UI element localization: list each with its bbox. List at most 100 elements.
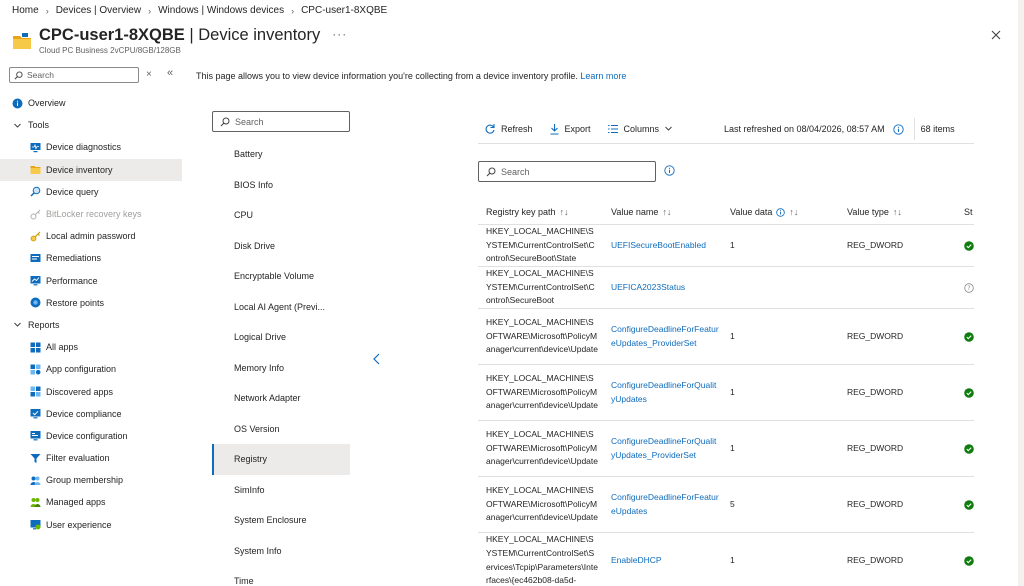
registry-key-path-cell: HKEY_LOCAL_MACHINE\SOFTWARE\Microsoft\Po… [486,477,598,532]
sidebar-item-label: Managed apps [46,497,106,508]
breadcrumb-devices-overview[interactable]: Devices | Overview [56,5,141,16]
category-item-local-ai-agent-previ[interactable]: Local AI Agent (Previ... [212,292,350,323]
category-item-system-enclosure[interactable]: System Enclosure [212,505,350,536]
registry-key-path-cell: HKEY_LOCAL_MACHINE\SOFTWARE\Microsoft\Po… [486,309,598,364]
columns-icon [607,124,618,133]
value-name-link[interactable]: ConfigureDeadlineForFeatureUpdates_Provi… [611,309,719,364]
value-type-cell: REG_DWORD [847,533,927,586]
chevron-left-icon[interactable] [372,352,382,366]
vertical-scrollbar[interactable] [1018,0,1024,586]
column-header-registry-key-path[interactable]: Registry key path ↑↓ [486,199,569,225]
registry-key-path-cell: HKEY_LOCAL_MACHINE\SOFTWARE\Microsoft\Po… [486,365,598,420]
more-options-button[interactable]: ··· [332,24,347,44]
value-data-cell: 5 [730,477,790,532]
info-icon[interactable] [664,165,675,176]
value-name-link-text: ConfigureDeadlineForQualityUpdates_Provi… [611,435,717,460]
password-icon [30,231,41,242]
success-check-icon [964,421,976,476]
category-item-system-info[interactable]: System Info [212,536,350,567]
info-icon[interactable] [892,123,904,135]
category-item-bios-info[interactable]: BIOS Info [212,170,350,201]
category-item-siminfo[interactable]: SimInfo [212,475,350,506]
sidebar-item-restore-points[interactable]: Restore points [0,292,182,314]
value-type-cell-text: REG_DWORD [847,554,904,565]
success-check-icon [964,533,976,586]
nav-group-tools[interactable]: Tools [0,114,182,136]
category-item-memory-info[interactable]: Memory Info [212,353,350,384]
learn-more-link[interactable]: Learn more [580,71,626,81]
value-type-cell: REG_DWORD [847,477,927,532]
sidebar-item-discovered-apps[interactable]: Discovered apps [0,380,182,402]
column-header-status[interactable]: St [964,199,973,225]
category-search-input[interactable]: Search [212,111,350,132]
sidebar-item-user-experience[interactable]: User experience [0,514,182,536]
value-name-link[interactable]: UEFISecureBootEnabled [611,225,719,266]
sidebar-item-overview[interactable]: Overview [0,92,182,114]
search-icon [486,167,496,176]
sidebar-item-app-configuration[interactable]: App configuration [0,358,182,380]
nav-group-reports[interactable]: Reports [0,314,182,336]
sidebar-item-local-admin-password[interactable]: Local admin password [0,225,182,247]
value-name-link[interactable]: ConfigureDeadlineForQualityUpdates [611,365,719,420]
category-item-network-adapter[interactable]: Network Adapter [212,383,350,414]
info-icon[interactable] [776,207,786,217]
value-name-link[interactable]: UEFICA2023Status [611,267,719,308]
column-header-value-name[interactable]: Value name ↑↓ [611,199,671,225]
category-item-cpu[interactable]: CPU [212,200,350,231]
sidebar-item-performance[interactable]: Performance [0,270,182,292]
nav-search-input[interactable]: Search [9,67,139,83]
sidebar-item-remediations[interactable]: Remediations [0,247,182,269]
breadcrumb: Home › Devices | Overview › Windows | Wi… [12,5,387,16]
table-row[interactable]: HKEY_LOCAL_MACHINE\SYSTEM\CurrentControl… [478,533,974,586]
table-row[interactable]: HKEY_LOCAL_MACHINE\SOFTWARE\Microsoft\Po… [478,421,974,477]
value-name-link[interactable]: ConfigureDeadlineForQualityUpdates_Provi… [611,421,719,476]
sidebar-item-device-query[interactable]: Device query [0,181,182,203]
sidebar-item-group-membership[interactable]: Group membership [0,469,182,491]
breadcrumb-device[interactable]: CPC-user1-8XQBE [301,5,387,16]
value-name-link[interactable]: ConfigureDeadlineForFeatureUpdates [611,477,719,532]
value-type-cell-text: REG_DWORD [847,386,904,397]
export-button[interactable]: Export [549,123,591,135]
sidebar-item-label: Overview [28,98,66,109]
table-row[interactable]: HKEY_LOCAL_MACHINE\SOFTWARE\Microsoft\Po… [478,477,974,533]
clear-search-icon[interactable]: × [146,69,152,80]
columns-button[interactable]: Columns [607,124,674,134]
success-check-icon [964,309,976,364]
value-type-cell-text: REG_DWORD [847,239,904,250]
category-item-time[interactable]: Time [212,566,350,586]
category-item-os-version[interactable]: OS Version [212,414,350,445]
column-header-value-data[interactable]: Value data ↑↓ [730,199,798,225]
category-item-battery[interactable]: Battery [212,139,350,170]
column-header-value-type[interactable]: Value type ↑↓ [847,199,902,225]
category-item-disk-drive[interactable]: Disk Drive [212,231,350,262]
category-item-encryptable-volume[interactable]: Encryptable Volume [212,261,350,292]
table-row[interactable]: HKEY_LOCAL_MACHINE\SOFTWARE\Microsoft\Po… [478,365,974,421]
breadcrumb-home[interactable]: Home [12,5,39,16]
sidebar-item-device-inventory[interactable]: Device inventory [0,158,182,181]
value-name-link[interactable]: EnableDHCP [611,533,719,586]
registry-key-path-cell: HKEY_LOCAL_MACHINE\SYSTEM\CurrentControl… [486,225,598,266]
category-item-registry[interactable]: Registry [212,444,350,475]
sidebar-item-device-compliance[interactable]: Device compliance [0,403,182,425]
sidebar-item-device-configuration[interactable]: Device configuration [0,425,182,447]
sidebar-item-filter-evaluation[interactable]: Filter evaluation [0,447,182,469]
search-icon [220,117,230,126]
sidebar-item-bitlocker-recovery-keys[interactable]: BitLocker recovery keys [0,203,182,225]
registry-key-path-cell-text: HKEY_LOCAL_MACHINE\SOFTWARE\Microsoft\Po… [486,428,598,467]
table-row[interactable]: HKEY_LOCAL_MACHINE\SYSTEM\CurrentControl… [478,267,974,309]
refresh-button[interactable]: Refresh [484,123,533,135]
value-data-cell: 1 [730,225,790,266]
table-row[interactable]: HKEY_LOCAL_MACHINE\SOFTWARE\Microsoft\Po… [478,309,974,365]
close-icon[interactable] [989,28,1003,42]
sidebar-item-device-diagnostics[interactable]: Device diagnostics [0,136,182,158]
table-header-row: Registry key path ↑↓ Value name ↑↓ Value d… [478,199,974,225]
breadcrumb-windows-devices[interactable]: Windows | Windows devices [158,5,284,16]
sidebar-item-all-apps[interactable]: All apps [0,336,182,358]
table-row[interactable]: HKEY_LOCAL_MACHINE\SYSTEM\CurrentControl… [478,225,974,267]
collapse-nav-icon[interactable]: « [167,67,173,79]
category-item-logical-drive[interactable]: Logical Drive [212,322,350,353]
table-search-input[interactable]: Search [478,161,656,182]
sidebar-item-label: Reports [28,319,60,330]
sidebar-item-managed-apps[interactable]: Managed apps [0,491,182,513]
toolbar-divider [913,118,915,140]
